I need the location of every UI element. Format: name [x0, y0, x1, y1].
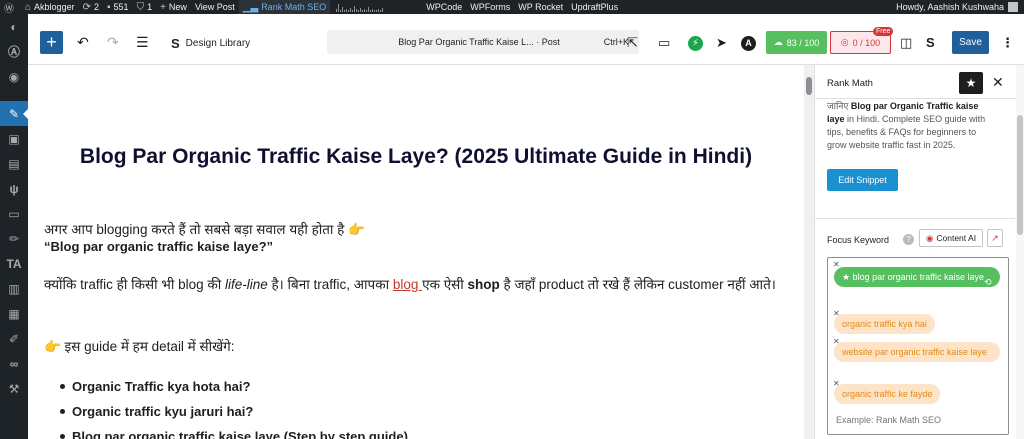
list-item[interactable]: Organic traffic kyu jaruri hai?	[60, 404, 408, 429]
sidebar-title: Rank Math	[827, 78, 873, 89]
rank-math-link[interactable]: ▁▃ Rank Math SEO	[238, 0, 331, 14]
appearance-icon[interactable]: ▭	[0, 201, 28, 226]
intro-paragraph[interactable]: अगर आप blogging करते हैं तो सबसे बड़ा सव…	[44, 220, 365, 238]
brush-icon[interactable]: ✐	[0, 326, 28, 351]
editor-canvas: Blog Par Organic Traffic Kaise Laye? (20…	[28, 65, 804, 439]
users-icon[interactable]: TA	[0, 251, 28, 276]
menu-wpforms[interactable]: WPForms	[466, 0, 514, 14]
trends-icon[interactable]: ↗	[987, 229, 1003, 247]
plugins-icon[interactable]: ✏	[0, 226, 28, 251]
preview-device-icon[interactable]: ▭	[658, 35, 670, 51]
comment-icon: ▪	[106, 1, 111, 13]
add-block-button[interactable]: +	[40, 31, 63, 54]
home-icon: ⌂	[25, 1, 32, 13]
divider	[815, 218, 1015, 219]
settings-sidebar-icon[interactable]: ◫	[900, 35, 912, 51]
astra-settings-icon[interactable]: A	[741, 36, 756, 51]
intro-question[interactable]: “Blog par organic traffic kaise laye?”	[44, 239, 273, 254]
undo-icon[interactable]: ↶	[77, 34, 89, 51]
wrench-icon[interactable]: ⚒	[0, 376, 28, 401]
view-post-link[interactable]: View Post	[191, 0, 239, 14]
new-link[interactable]: + New	[156, 0, 191, 14]
content-ai-icon: ◉	[925, 232, 934, 243]
notifications-link[interactable]: ⛉ 1	[133, 0, 157, 14]
sidebar-scroll-thumb[interactable]	[1017, 115, 1023, 235]
wp-logo-icon[interactable]: Ⓦ	[0, 0, 21, 15]
rank-math-sidebar: Rank Math ★ ✕ जानिए Blog par Organic Tra…	[814, 65, 1024, 439]
keyword-tag[interactable]: website par organic traffic kaise laye	[834, 342, 1000, 362]
blog-link[interactable]: blog	[393, 277, 422, 292]
comments-link[interactable]: ▪ 551	[103, 0, 133, 14]
keyword-settings-icon[interactable]: ⟲	[984, 277, 992, 288]
paragraph-3[interactable]: 👉 इस guide में हम detail में सीखेंगे:	[44, 337, 235, 355]
updates-icon[interactable]: ◉	[0, 64, 28, 89]
media-icon[interactable]: ▣	[0, 126, 28, 151]
redo-icon[interactable]: ↷	[107, 34, 119, 51]
menu-updraftplus[interactable]: UpdraftPlus	[567, 0, 622, 14]
post-title-command: Blog Par Organic Traffic Kaise L... · Po…	[398, 37, 560, 47]
keyword-tag[interactable]: organic traffic ke fayde	[834, 384, 941, 404]
link-icon[interactable]: ∞	[0, 351, 28, 376]
readability-icon: ◎	[840, 37, 849, 47]
tools-icon[interactable]: ▥	[0, 276, 28, 301]
menu-wp-rocket[interactable]: WP Rocket	[514, 0, 567, 14]
save-button[interactable]: Save	[952, 31, 989, 54]
list-item[interactable]: Organic Traffic kya hota hai?	[60, 379, 408, 404]
keyword-tag[interactable]: organic traffic kya hai	[834, 314, 935, 334]
spectra-logo-icon: S	[171, 36, 180, 51]
settings-icon[interactable]: ▦	[0, 301, 28, 326]
free-badge: Free	[873, 27, 894, 36]
comments-icon[interactable]: ψ	[0, 176, 28, 201]
content-scroll-thumb[interactable]	[806, 77, 812, 95]
editor-screen: Ⓦ ⌂ Akblogger ⟳ 2 ▪ 551 ⛉ 1 + New View Post ▁…	[0, 0, 1024, 439]
seo-score-icon: ☁	[773, 37, 783, 47]
focus-keyword-input[interactable]: ✕ ★ blog par organic traffic kaise laye …	[827, 257, 1009, 435]
updates-link[interactable]: ⟳ 2	[79, 0, 103, 14]
guide-list: Organic Traffic kya hota hai? Organic tr…	[60, 379, 408, 439]
content-scrollbar[interactable]	[804, 65, 814, 439]
primary-keyword-tag[interactable]: ★ blog par organic traffic kaise laye	[834, 267, 1000, 287]
paragraph-2[interactable]: क्योंकि traffic ही किसी भी blog की life-…	[44, 275, 784, 294]
more-options-icon[interactable]: ⋮	[1001, 35, 1014, 51]
rank-math-icon: ▁▃	[242, 1, 259, 13]
editor-toolbar: + ↶ ↷ ☰ S Design Library Blog Par Organi…	[28, 14, 1024, 65]
seo-score-button[interactable]: ☁ 83 / 100	[766, 31, 827, 54]
blank-icon	[0, 89, 28, 101]
admin-menu: ◐ Ⓐ ◉ ✎ ▣ ▤ ψ ▭ ✏ TA ▥ ▦ ✐ ∞ ⚒	[0, 14, 28, 439]
shield-icon: ⛉	[136, 1, 145, 13]
edit-snippet-button[interactable]: Edit Snippet	[827, 169, 898, 191]
refresh-icon: ⟳	[82, 1, 91, 13]
sidebar-scrollbar[interactable]	[1016, 65, 1024, 439]
traffic-sparkline	[336, 2, 416, 12]
send-icon[interactable]: ➤	[716, 35, 727, 51]
external-link-icon[interactable]: ⇱	[627, 35, 638, 51]
pages-icon[interactable]: ▤	[0, 151, 28, 176]
design-library-button[interactable]: S Design Library	[171, 36, 250, 51]
astra-icon[interactable]: Ⓐ	[0, 39, 28, 64]
spectra-icon[interactable]: S	[926, 35, 935, 50]
document-overview-icon[interactable]: ☰	[136, 34, 149, 51]
site-name-link[interactable]: ⌂ Akblogger	[21, 0, 79, 14]
help-icon[interactable]: ?	[903, 234, 914, 245]
performance-icon[interactable]: ⚡	[688, 36, 703, 51]
star-icon[interactable]: ★	[959, 72, 983, 94]
sidebar-header: Rank Math ★ ✕	[815, 65, 1024, 99]
primary-star-icon: ★	[842, 272, 853, 282]
avatar	[1008, 2, 1018, 12]
posts-icon[interactable]: ✎	[0, 101, 28, 126]
close-icon[interactable]: ✕	[992, 74, 1004, 91]
dashboard-icon[interactable]: ◐	[0, 14, 28, 39]
content-ai-button[interactable]: ◉ Content AI	[919, 229, 983, 247]
post-title[interactable]: Blog Par Organic Traffic Kaise Laye? (20…	[28, 145, 804, 169]
menu-wpcode[interactable]: WPCode	[422, 0, 466, 14]
command-palette-bar[interactable]: Blog Par Organic Traffic Kaise L... · Po…	[327, 30, 639, 54]
command-shortcut: Ctrl+K	[603, 37, 629, 47]
keyword-placeholder: Example: Rank Math SEO	[836, 415, 942, 425]
admin-bar: Ⓦ ⌂ Akblogger ⟳ 2 ▪ 551 ⛉ 1 + New View Post ▁…	[0, 0, 1024, 15]
focus-keyword-label: Focus Keyword	[827, 235, 890, 245]
list-item[interactable]: Blog par organic traffic kaise laye (Ste…	[60, 429, 408, 439]
user-account-menu[interactable]: Howdy, Aashish Kushwaha	[896, 2, 1024, 12]
meta-description-preview: जानिए Blog par Organic Traffic kaise lay…	[827, 101, 986, 150]
plus-icon: +	[160, 1, 166, 13]
